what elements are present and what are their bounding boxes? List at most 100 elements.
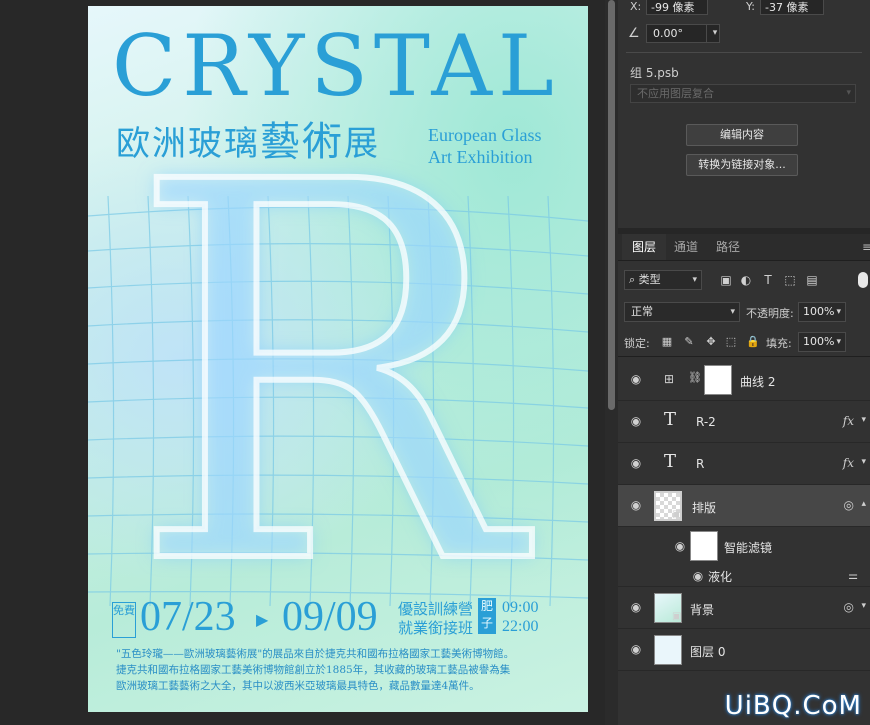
opacity-value: 100% xyxy=(803,305,835,318)
angle-dropdown-icon[interactable]: ▾ xyxy=(706,24,723,43)
filter-options-icon[interactable]: ⚌ xyxy=(848,569,858,582)
tab-channels[interactable]: 通道 xyxy=(664,234,708,260)
opacity-field[interactable]: 100% ▾ xyxy=(798,302,846,322)
lock-row: 锁定: ▦ ✎ ✥ ⬚ 🔒 填充: 100% ▾ xyxy=(624,332,868,354)
lock-artboard-icon[interactable]: ⬚ xyxy=(724,334,738,350)
chevron-down-icon[interactable]: ▾ xyxy=(861,457,866,467)
layer-name[interactable]: 背景 xyxy=(690,601,714,618)
poster-en-line2: Art Exhibition xyxy=(428,147,533,167)
layer-row[interactable]: ◉ 图层 0 xyxy=(618,629,870,671)
poster-date-row: 免費 07/23 ▶ 09/09 優設訓練營 就業銜接班 肥子 09:00 22… xyxy=(112,594,572,644)
poster-cn-part-c: 展 xyxy=(344,124,380,164)
filter-toggle[interactable] xyxy=(858,272,868,288)
y-position-field[interactable]: -37 像素 xyxy=(760,0,824,15)
layer-comp-value: 不应用图层复合 xyxy=(637,87,714,100)
times: 09:00 22:00 xyxy=(502,598,538,636)
fx-icon[interactable]: fx xyxy=(843,456,854,470)
tab-paths[interactable]: 路径 xyxy=(706,234,750,260)
smart-filters-label[interactable]: 智能滤镜 xyxy=(724,539,772,556)
curves-adjustment-icon: ⊞ xyxy=(664,372,675,386)
desc-line3: 歐洲玻璃工藝藝術之大全，其中以波西米亞玻璃最具特色，藏品數量達4萬件。 xyxy=(116,680,480,692)
layer-name[interactable]: R-2 xyxy=(696,415,716,429)
eye-icon[interactable]: ◉ xyxy=(672,539,688,553)
camp-line1: 優設訓練營 xyxy=(398,600,474,618)
layers-tab-bar: 图层 通道 路径 ≡ xyxy=(618,234,870,261)
eye-icon[interactable]: ◉ xyxy=(690,569,706,583)
filter-mask-thumbnail[interactable] xyxy=(690,531,718,561)
layer-name[interactable]: R xyxy=(696,457,704,471)
layer-row[interactable]: ◉ T R-2 fx ▾ xyxy=(618,401,870,443)
date-start: 07/23 xyxy=(140,594,236,640)
chevron-down-icon[interactable]: ▾ xyxy=(861,415,866,425)
time-end: 22:00 xyxy=(502,618,539,635)
layer-name[interactable]: 排版 xyxy=(692,499,716,516)
eye-icon[interactable]: ◉ xyxy=(628,600,644,614)
chevron-down-icon[interactable]: ▾ xyxy=(861,601,866,611)
pixel-filter-icon[interactable]: ▣ xyxy=(718,272,734,288)
layer-name[interactable]: 曲线 2 xyxy=(740,373,775,390)
date-arrow-icon: ▶ xyxy=(256,610,269,629)
smart-filters-row[interactable]: ◉ 智能滤镜 xyxy=(618,527,870,565)
canvas-scroll-thumb[interactable] xyxy=(608,0,615,410)
type-filter-icon[interactable]: T xyxy=(760,272,776,288)
layer-filter-select[interactable]: ⌕ 类型 ▾ xyxy=(624,270,702,290)
adjustment-filter-icon[interactable]: ◐ xyxy=(738,272,754,288)
panel-menu-icon[interactable]: ≡ xyxy=(862,240,870,254)
link-icon[interactable]: ⛓ xyxy=(688,371,702,384)
search-icon: ⌕ xyxy=(629,273,636,286)
shape-filter-icon[interactable]: ⬚ xyxy=(782,272,798,288)
eye-icon[interactable]: ◉ xyxy=(628,456,644,470)
x-position-field[interactable]: -99 像素 xyxy=(646,0,708,15)
lock-position-icon[interactable]: ✥ xyxy=(704,334,718,350)
fill-label: 填充: xyxy=(766,337,792,350)
smart-object-badge-icon: ▣ xyxy=(672,509,682,520)
fill-field[interactable]: 100% ▾ xyxy=(798,332,846,352)
poster-artwork[interactable]: R CRYSTAL 欧洲玻璃藝術展 European Glass Art Exh… xyxy=(88,6,588,712)
smart-object-badge-icon: ▣ xyxy=(672,611,682,622)
filter-name[interactable]: 液化 xyxy=(708,568,732,585)
fx-icon[interactable]: fx xyxy=(843,414,854,428)
layer-row[interactable]: ◉ ▣ 背景 ◎ ▾ xyxy=(618,587,870,629)
document-canvas[interactable]: R CRYSTAL 欧洲玻璃藝術展 European Glass Art Exh… xyxy=(0,0,605,725)
canvas-scrollbar[interactable] xyxy=(605,0,618,725)
right-panel: X: -99 像素 Y: -37 像素 ∠ 0.00° ▾ 组 5.psb 不应… xyxy=(618,0,870,725)
layer-thumbnail[interactable] xyxy=(654,635,682,665)
edit-contents-button[interactable]: 编辑内容 xyxy=(686,124,798,146)
fill-value: 100% xyxy=(803,335,835,348)
eye-icon[interactable]: ◉ xyxy=(628,372,644,386)
filter-liquify-row[interactable]: ◉ 液化 ⚌ xyxy=(618,565,870,587)
camp-line2: 就業銜接班 xyxy=(398,619,474,637)
angle-icon: ∠ xyxy=(628,26,640,41)
chevron-down-icon: ▾ xyxy=(836,307,841,317)
noon-tag: 肥子 xyxy=(478,598,496,634)
layer-row[interactable]: ◉ ⊞ ⛓ 曲线 2 xyxy=(618,359,870,401)
chevron-down-icon: ▾ xyxy=(836,337,841,347)
properties-panel: X: -99 像素 Y: -37 像素 ∠ 0.00° ▾ 组 5.psb 不应… xyxy=(618,0,870,228)
smart-object-filter-icon[interactable]: ▤ xyxy=(804,272,820,288)
tab-layers[interactable]: 图层 xyxy=(622,234,667,260)
layer-row-selected[interactable]: ◉ ▣ 排版 ◎ ▴ xyxy=(618,485,870,527)
smart-filter-icon[interactable]: ◎ xyxy=(844,498,854,512)
smart-filter-icon[interactable]: ◎ xyxy=(844,600,854,614)
opacity-label: 不透明度: xyxy=(746,307,794,320)
site-watermark: UiBQ.CoM xyxy=(724,691,862,721)
layer-filter-row: ⌕ 类型 ▾ ▣ ◐ T ⬚ ▤ xyxy=(624,270,868,292)
layer-row[interactable]: ◉ T R fx ▾ xyxy=(618,443,870,485)
eye-icon[interactable]: ◉ xyxy=(628,642,644,656)
layer-comp-select[interactable]: 不应用图层复合 ▾ xyxy=(630,84,856,103)
convert-to-linked-button[interactable]: 转换为链接对象... xyxy=(686,154,798,176)
chevron-up-icon[interactable]: ▴ xyxy=(861,499,866,509)
blend-mode-select[interactable]: 正常 ▾ xyxy=(624,302,740,322)
desc-line1: "五色玲瓏——歐洲玻璃藝術展"的展品來自於捷克共和國布拉格國家工藝美術博物館。 xyxy=(116,648,515,660)
position-row: X: -99 像素 Y: -37 像素 xyxy=(618,0,870,18)
layer-name[interactable]: 图层 0 xyxy=(690,643,725,660)
eye-icon[interactable]: ◉ xyxy=(628,414,644,428)
eye-icon[interactable]: ◉ xyxy=(628,498,644,512)
layer-filter-value: 类型 xyxy=(638,273,661,286)
lock-brush-icon[interactable]: ✎ xyxy=(682,334,696,350)
layer-mask-thumbnail[interactable] xyxy=(704,365,732,395)
lock-all-icon[interactable]: 🔒 xyxy=(746,334,760,350)
angle-row: ∠ 0.00° ▾ xyxy=(628,24,868,44)
y-label: Y: xyxy=(746,0,755,13)
lock-transparent-icon[interactable]: ▦ xyxy=(660,334,674,350)
